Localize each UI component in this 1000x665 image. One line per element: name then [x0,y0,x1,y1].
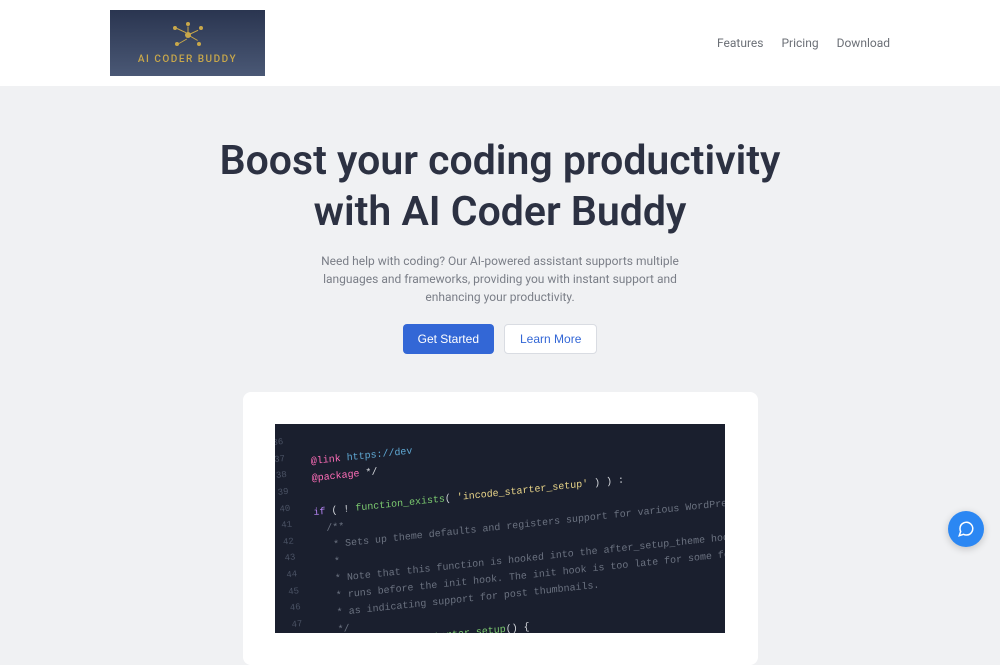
header: AI CODER BUDDY Features Pricing Download [0,0,1000,86]
hero-title: Boost your coding productivity with AI C… [200,136,800,238]
chat-button[interactable] [948,511,984,547]
feature-card: 36373839404142434445464748 @link https:/… [243,392,758,665]
learn-more-button[interactable]: Learn More [504,324,597,354]
get-started-button[interactable]: Get Started [403,324,494,354]
network-icon [173,22,203,48]
hero-buttons: Get Started Learn More [20,324,980,354]
chat-icon [957,520,975,538]
hero-section: Boost your coding productivity with AI C… [0,86,1000,376]
nav-download[interactable]: Download [837,36,890,50]
code-screenshot: 36373839404142434445464748 @link https:/… [275,424,725,633]
nav-pricing[interactable]: Pricing [781,36,818,50]
nav-features[interactable]: Features [717,36,763,50]
main-nav: Features Pricing Download [717,36,890,50]
logo[interactable]: AI CODER BUDDY [110,10,265,76]
logo-text: AI CODER BUDDY [138,54,237,65]
hero-subtitle: Need help with coding? Our AI-powered as… [310,252,690,306]
